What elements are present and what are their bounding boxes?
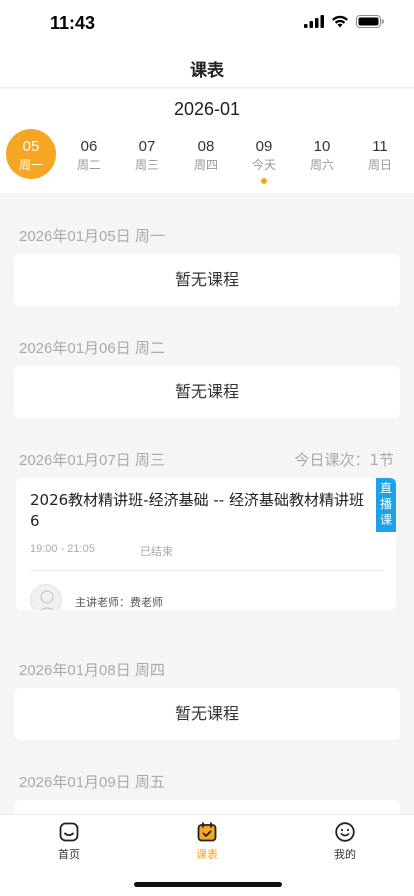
nav-bar: 课表 xyxy=(0,48,414,88)
teacher-name: 主讲老师：费老师 xyxy=(75,596,163,609)
divider xyxy=(30,570,384,571)
tab-profile[interactable]: 我的 xyxy=(295,821,395,862)
week-panel: 2026-01 05 周一 06 周二 07 周三 08 周四 09 今天 10… xyxy=(0,89,414,193)
day-weekday: 周二 xyxy=(76,158,101,172)
day-05[interactable]: 05 周一 xyxy=(6,129,56,179)
day-number: 07 xyxy=(138,138,156,155)
calendar-icon xyxy=(197,822,217,842)
empty-course-card: 暂无课程 xyxy=(14,366,400,418)
daily-course-count: 今日课次：1节 xyxy=(294,451,394,469)
status-bar: 11:43 xyxy=(0,0,414,48)
tab-schedule[interactable]: 课表 xyxy=(157,821,257,862)
battery-icon xyxy=(356,15,384,28)
wifi-icon xyxy=(332,15,348,28)
smiley-icon xyxy=(335,822,355,842)
signal-icon xyxy=(304,15,324,28)
day-weekday: 今天 xyxy=(251,158,276,172)
live-course-tag: 直播课 xyxy=(376,478,396,532)
day-09-today[interactable]: 09 今天 xyxy=(239,129,289,184)
date-header: 2026年01月05日 周一 xyxy=(19,228,165,245)
day-07[interactable]: 07 周三 xyxy=(122,129,172,179)
date-header: 2026年01月09日 周五 xyxy=(19,774,165,791)
day-number: 06 xyxy=(80,138,98,155)
tab-label: 首页 xyxy=(58,848,80,861)
day-number: 09 xyxy=(255,138,273,155)
tab-label: 我的 xyxy=(334,848,356,861)
day-number: 08 xyxy=(197,138,215,155)
avatar-placeholder-icon xyxy=(40,590,54,610)
page-title: 课表 xyxy=(190,61,224,81)
day-weekday: 周四 xyxy=(193,158,218,172)
date-header: 2026年01月08日 周四 xyxy=(19,662,165,679)
day-weekday: 周六 xyxy=(309,158,334,172)
date-header: 2026年01月06日 周二 xyxy=(19,340,165,357)
day-number: 10 xyxy=(313,138,331,155)
date-header: 2026年01月07日 周三 xyxy=(19,452,165,469)
course-time: 19:00 - 21:05 xyxy=(30,543,95,555)
day-weekday: 周一 xyxy=(18,158,43,172)
home-icon xyxy=(59,822,79,842)
day-11[interactable]: 11 周日 xyxy=(355,129,405,179)
tab-label: 课表 xyxy=(196,848,218,861)
course-card[interactable]: 2026教材精讲班-经济基础 -- 经济基础教材精讲班 6 19:00 - 21… xyxy=(16,478,396,610)
month-label[interactable]: 2026-01 xyxy=(0,99,414,120)
day-number: 05 xyxy=(22,138,40,155)
day-weekday: 周日 xyxy=(367,158,392,172)
home-indicator xyxy=(134,882,282,887)
day-number: 11 xyxy=(372,138,388,155)
empty-course-card: 暂无课程 xyxy=(14,254,400,306)
status-time: 11:43 xyxy=(50,13,96,33)
empty-course-card: 暂无课程 xyxy=(14,688,400,740)
today-indicator-dot xyxy=(261,178,267,184)
day-08[interactable]: 08 周四 xyxy=(181,129,231,179)
day-weekday: 周三 xyxy=(134,158,159,172)
course-status: 已结束 xyxy=(140,545,173,558)
teacher-avatar xyxy=(30,584,62,610)
tab-home[interactable]: 首页 xyxy=(19,821,119,862)
day-10[interactable]: 10 周六 xyxy=(297,129,347,179)
status-icons xyxy=(304,15,384,28)
course-title: 2026教材精讲班-经济基础 -- 经济基础教材精讲班 6 xyxy=(30,491,364,530)
day-06[interactable]: 06 周二 xyxy=(64,129,114,179)
